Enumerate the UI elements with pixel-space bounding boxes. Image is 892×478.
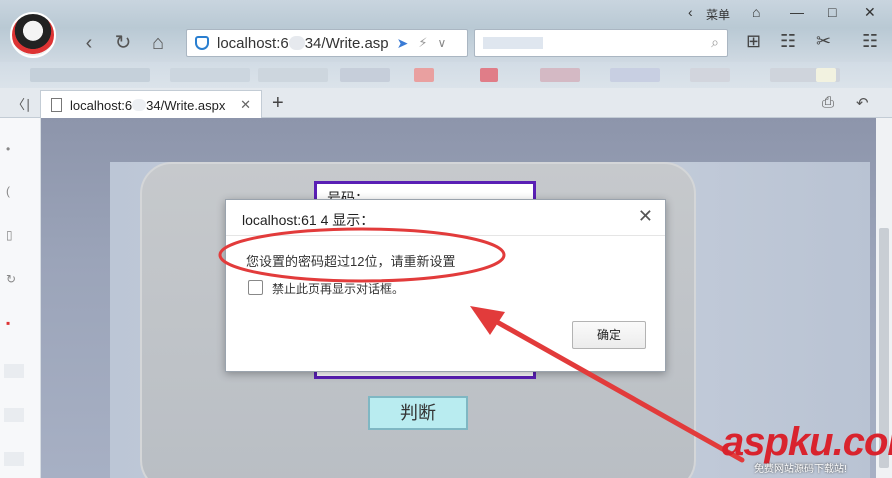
alert-dialog: localhost:61 4 显示： ✕ 您设置的密码超过12位，请重新设置 禁… [225,199,666,372]
scissors-icon[interactable]: ✂ [816,31,831,52]
sidebar-icon[interactable]: ▪ [6,316,20,330]
sidebar-icon[interactable]: • [6,142,20,156]
close-tab-icon[interactable]: ✕ [240,97,251,113]
back-icon[interactable]: ‹ [76,30,102,56]
menu-button[interactable]: 菜单 [706,6,730,23]
sidebar-icon[interactable]: ▯ [6,228,20,242]
address-url-suffix: 34/Write.asp [304,34,389,52]
aspku-watermark: aspku.com 免费网站源码下载站! [722,420,892,478]
bookmarks-bar [0,62,892,88]
tab-title-prefix: localhost:6 [70,97,133,113]
address-bar[interactable]: localhost:6 34/Write.asp ➤ ⚡ ∨ [186,29,468,57]
address-url-prefix: localhost:6 [217,34,289,52]
suppress-dialogs-checkbox[interactable] [248,280,263,295]
search-input[interactable]: ⌕ [474,29,728,57]
dialog-message: 您设置的密码超过12位，请重新设置 [246,254,456,269]
side-panel: • ( ▯ ↻ ▪ [0,118,41,478]
tab-title-suffix: 34/Write.aspx [146,97,226,113]
bookmark-item[interactable] [340,68,390,82]
close-icon[interactable]: ✕ [638,206,653,227]
sidebar-icon[interactable]: ↻ [6,272,20,286]
browser-titlebar: ‹ ↻ ⌂ localhost:6 34/Write.asp ➤ ⚡ ∨ ⌕ ⊞… [0,0,892,62]
dialog-title: localhost:61 4 显示： [242,212,375,228]
bookmark-item[interactable] [30,68,150,82]
bookmark-item[interactable] [690,68,730,82]
bookmark-item[interactable] [170,68,250,82]
suppress-dialogs-label[interactable]: 禁止此页再显示对话框。 [272,280,404,297]
new-tab-button[interactable]: + [272,92,284,115]
bookmark-item[interactable] [480,68,498,82]
chevron-down-icon[interactable]: ∨ [438,36,447,50]
more-icon[interactable]: ☷ [862,31,878,52]
printer-icon[interactable]: ⎙ [822,94,834,111]
refresh-icon[interactable]: ↻ [110,30,136,56]
blurred-port [288,36,305,50]
watermark-tagline: 免费网站源码下载站! [754,464,847,475]
search-engine-logo [483,37,543,49]
home-icon[interactable]: ⌂ [145,30,171,56]
dialog-divider [226,235,665,236]
ok-button[interactable]: 确定 [572,321,646,349]
avatar[interactable] [10,12,56,58]
minimize-button[interactable]: — [790,4,804,20]
bookmark-item[interactable] [414,68,434,82]
skin-icon[interactable]: ⌂ [752,4,760,20]
apps-icon[interactable]: ⊞ [746,31,761,52]
close-window-button[interactable]: ✕ [864,4,876,21]
sidebar-item[interactable] [4,364,24,378]
rocket-icon[interactable]: ➤ [397,35,409,52]
bookmark-item[interactable] [610,68,660,82]
bookmark-item[interactable] [816,68,836,82]
collapse-sidebar-icon[interactable]: 〈∣ [12,94,32,113]
undo-icon[interactable]: ↶ [856,94,869,112]
reader-icon[interactable]: ☷ [780,31,796,52]
sidebar-item[interactable] [4,408,24,422]
tab-write-aspx[interactable]: localhost:6 34/Write.aspx ✕ [40,90,262,119]
blurred-port [132,99,147,111]
maximize-button[interactable]: □ [828,4,836,20]
watermark-brand: aspku.com [722,420,892,464]
shield-icon [195,36,209,50]
bookmark-item[interactable] [258,68,328,82]
chevron-left-icon[interactable]: ‹ [688,4,693,20]
bolt-icon[interactable]: ⚡ [418,35,427,51]
sidebar-item[interactable] [4,452,24,466]
sidebar-icon[interactable]: ( [6,184,20,198]
search-icon[interactable]: ⌕ [711,34,719,51]
page-icon [51,98,62,112]
judge-button[interactable]: 判断 [368,396,468,430]
tab-bar: 〈∣ localhost:6 34/Write.aspx ✕ + ⎙ ↶ [0,88,892,119]
bookmark-item[interactable] [540,68,580,82]
